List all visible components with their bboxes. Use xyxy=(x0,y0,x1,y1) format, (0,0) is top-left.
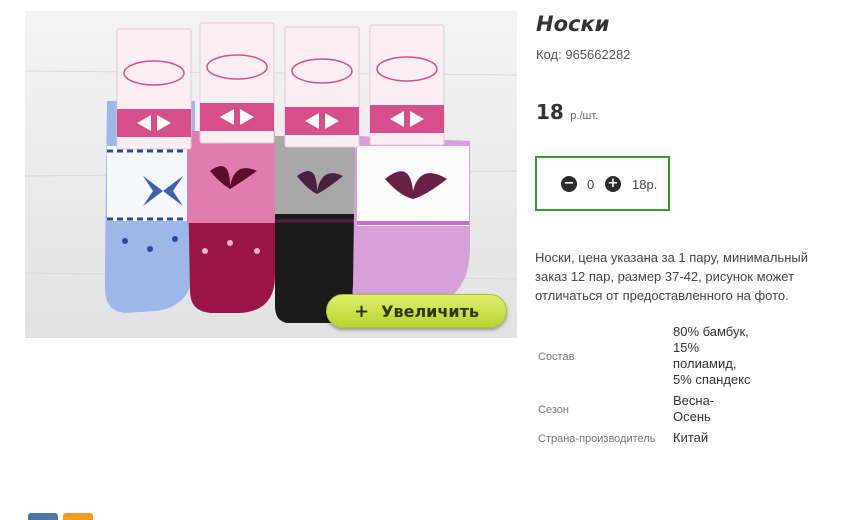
sock-burgundy xyxy=(187,131,275,313)
product-code: Код: 965662282 xyxy=(536,47,630,62)
code-label: Код: xyxy=(536,47,562,62)
product-image[interactable]: + Увеличить xyxy=(25,11,517,338)
code-value: 965662282 xyxy=(565,47,631,62)
property-row: Состав 80% бамбук, 15% полиамид, 5% спан… xyxy=(535,322,751,391)
quantity-value[interactable]: 0 xyxy=(587,177,594,192)
property-key: Состав xyxy=(538,350,575,363)
quantity-total: 18р. xyxy=(632,177,658,192)
minus-icon[interactable]: − xyxy=(561,176,577,192)
property-value: Китай xyxy=(673,430,709,445)
plus-icon[interactable]: + xyxy=(605,176,621,192)
property-key: Сезон xyxy=(538,403,569,416)
product-title: Носки xyxy=(536,12,610,36)
quantity-stepper: − 0 + 18р. xyxy=(535,156,670,211)
sock-lilac xyxy=(352,136,470,311)
property-key: Страна-производитель xyxy=(538,432,656,445)
zoom-button[interactable]: + Увеличить xyxy=(326,294,507,328)
vk-icon[interactable] xyxy=(28,513,58,520)
odnoklassniki-icon[interactable] xyxy=(63,513,93,520)
price-value: 18 xyxy=(536,100,564,124)
property-row: Страна-производитель Китай xyxy=(535,428,751,449)
product-price: 18 р./шт. xyxy=(536,100,598,124)
socks-photo xyxy=(25,11,517,338)
product-properties: Состав 80% бамбук, 15% полиамид, 5% спан… xyxy=(535,322,751,449)
property-value: Весна-Осень xyxy=(673,393,715,424)
zoom-label: Увеличить xyxy=(381,301,479,321)
product-description: Носки, цена указана за 1 пару, минимальн… xyxy=(535,250,808,303)
property-value: 80% бамбук, 15% полиамид, 5% спандекс xyxy=(673,324,751,387)
price-unit: р./шт. xyxy=(570,110,599,122)
property-row: Сезон Весна-Осень xyxy=(535,391,751,428)
plus-icon: + xyxy=(354,300,370,322)
